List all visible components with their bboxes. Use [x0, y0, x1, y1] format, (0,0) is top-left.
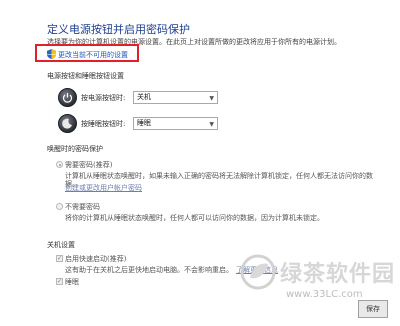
- require-password-description: 计算机从睡眠状态唤醒时，如果未输入正确的密码将无法解除计算机锁定，任何人都无法访…: [65, 172, 373, 180]
- sleep-button-label: 按睡眠按钮时:: [81, 120, 126, 128]
- watermark-url: www.33LC.com: [286, 289, 363, 300]
- sleep-button-action-value: 睡眠: [137, 119, 151, 127]
- power-icon: [58, 88, 77, 107]
- sleep-moon-icon: [58, 114, 77, 133]
- sleep-checkbox[interactable]: ✓: [56, 278, 63, 285]
- power-buttons-section-title: 电源按钮和睡眠按钮设置: [47, 72, 124, 80]
- create-password-link[interactable]: 创建或更改用户帐户密码: [65, 183, 142, 193]
- watermark-text: 绿茶软件园: [280, 262, 396, 287]
- require-password-radio[interactable]: [56, 161, 63, 168]
- fast-startup-label: 启用快速启动(推荐): [65, 255, 127, 263]
- fast-startup-description: 这有助于在关机之后更快地启动电脑。不会影响重启。: [65, 266, 233, 274]
- chevron-down-icon: ▼: [209, 95, 214, 102]
- leaf-logo-icon: [240, 254, 276, 290]
- no-password-radio[interactable]: [56, 203, 63, 210]
- shutdown-section-title: 关机设置: [47, 241, 75, 249]
- chevron-down-icon: ▼: [209, 121, 214, 128]
- no-password-description: 将你的计算机从睡眠状态唤醒时，任何人都可以访问你的数据，因为计算机未锁定。: [65, 214, 324, 222]
- require-password-label: 需要密码(推荐): [65, 161, 113, 169]
- password-section-title: 唤醒时的密码保护: [47, 145, 103, 153]
- power-button-action-value: 关机: [137, 93, 151, 101]
- save-button[interactable]: 保存: [358, 300, 388, 318]
- power-button-label: 按电源按钮时:: [81, 94, 126, 102]
- uac-shield-icon: [47, 49, 56, 59]
- change-unavailable-settings-link[interactable]: 更改当前不可用的设置: [58, 50, 128, 60]
- no-password-label: 不需要密码: [65, 203, 100, 211]
- sleep-button-action-select[interactable]: 睡眠 ▼: [133, 117, 218, 130]
- page-title: 定义电源按钮并启用密码保护: [47, 23, 190, 36]
- power-button-action-select[interactable]: 关机 ▼: [133, 91, 218, 104]
- fast-startup-checkbox[interactable]: ✓: [56, 255, 63, 262]
- sleep-label: 睡眠: [65, 278, 79, 286]
